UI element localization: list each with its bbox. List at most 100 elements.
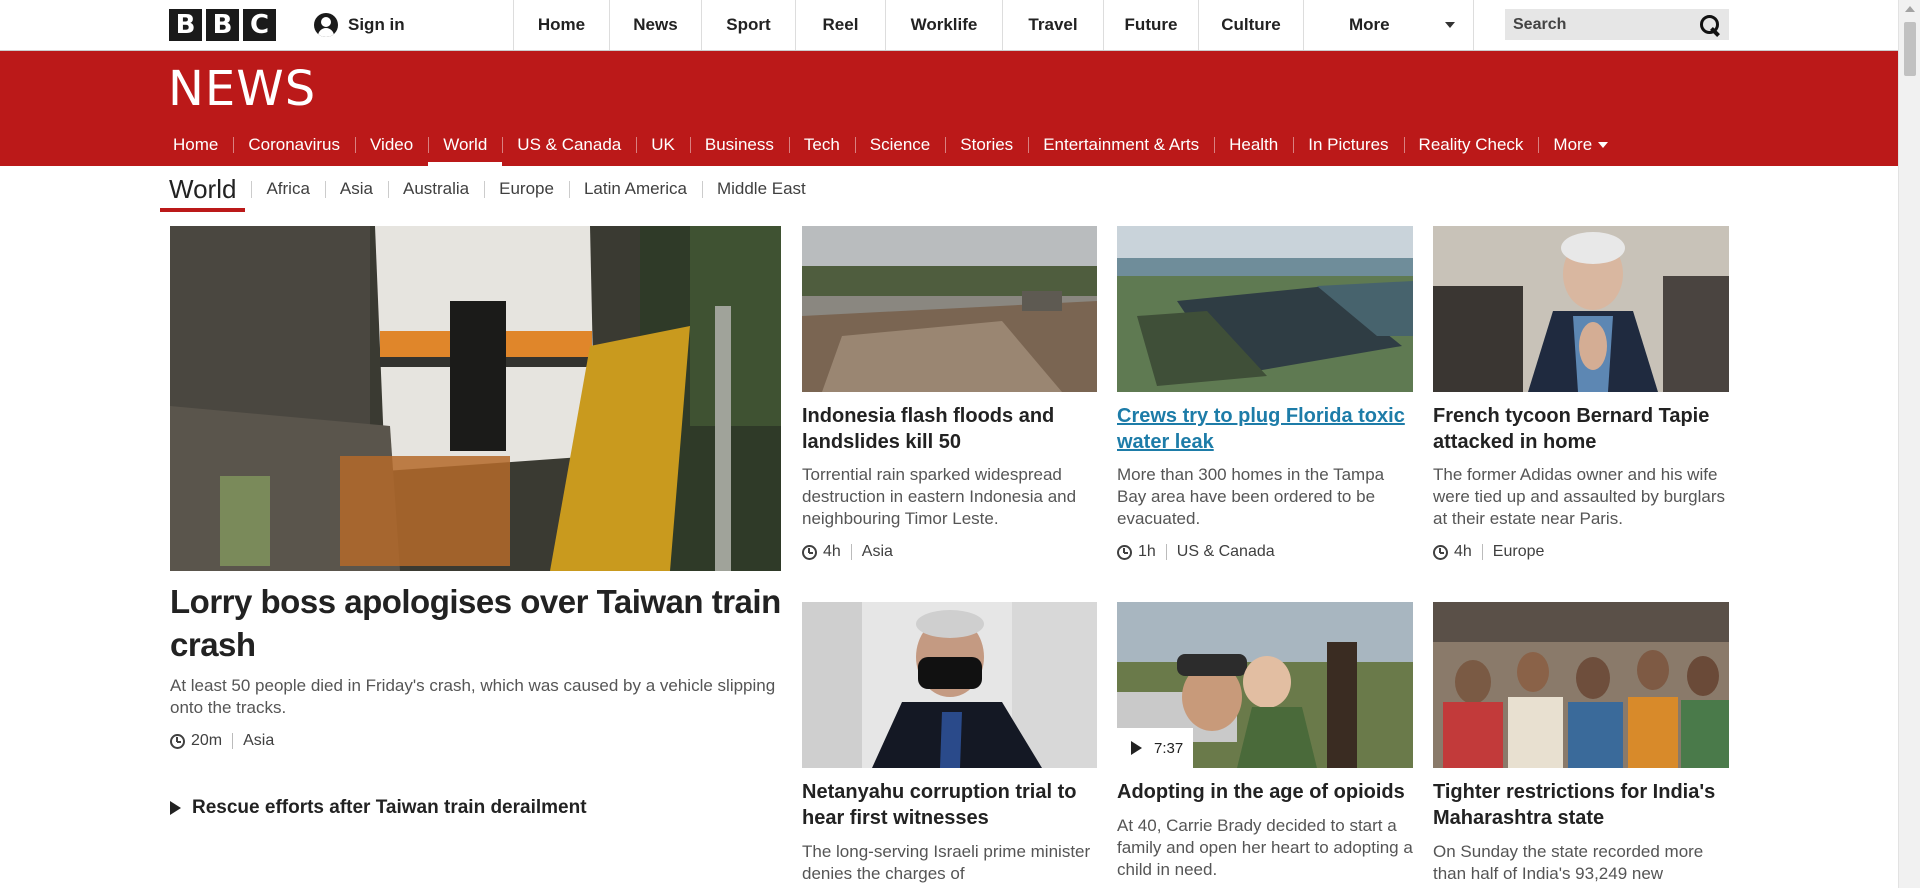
- flood-photo: [802, 226, 1097, 392]
- story-image[interactable]: [802, 226, 1097, 392]
- divider: [850, 544, 852, 560]
- page-scrollbar[interactable]: [1898, 0, 1920, 888]
- divider: [1481, 544, 1483, 560]
- story-section-tag[interactable]: Europe: [1493, 543, 1545, 561]
- news-nav-more[interactable]: More: [1538, 123, 1623, 166]
- train-crash-photo: [170, 226, 781, 571]
- related-story-label: Rescue efforts after Taiwan train derail…: [192, 797, 587, 818]
- video-story-image[interactable]: 7:37: [1117, 602, 1413, 768]
- divider: [232, 733, 234, 749]
- video-duration: 7:37: [1154, 739, 1184, 757]
- news-nav-business[interactable]: Business: [689, 123, 789, 166]
- news-nav-health[interactable]: Health: [1214, 123, 1293, 166]
- clock-icon: [1117, 544, 1132, 560]
- lead-headline[interactable]: Lorry boss apologises over Taiwan train …: [170, 580, 790, 666]
- story-summary: Torrential rain sparked widespread destr…: [802, 465, 1077, 528]
- lead-section-tag[interactable]: Asia: [243, 732, 274, 750]
- story-image[interactable]: [802, 602, 1097, 768]
- news-header: NEWS Home Coronavirus Video World US & C…: [0, 51, 1898, 166]
- clock-icon: [802, 544, 817, 560]
- news-nav-coronavirus[interactable]: Coronavirus: [233, 123, 355, 166]
- news-nav: Home Coronavirus Video World US & Canada…: [158, 123, 1623, 166]
- lead-story-image[interactable]: [170, 226, 781, 571]
- bbc-logo[interactable]: B B C: [169, 9, 276, 41]
- news-nav-entertainment-arts[interactable]: Entertainment & Arts: [1028, 123, 1214, 166]
- story-headline[interactable]: Adopting in the age of opioids: [1117, 779, 1413, 805]
- story-headline[interactable]: French tycoon Bernard Tapie attacked in …: [1433, 403, 1729, 455]
- global-nav-more-label: More: [1349, 15, 1390, 34]
- play-icon: [1131, 741, 1142, 755]
- news-nav-world[interactable]: World: [428, 123, 503, 166]
- news-nav-stories[interactable]: Stories: [945, 123, 1028, 166]
- news-nav-tech[interactable]: Tech: [788, 123, 855, 166]
- chevron-down-icon: [1445, 22, 1455, 28]
- global-nav-sport[interactable]: Sport: [702, 0, 796, 50]
- subnav-africa[interactable]: Africa: [251, 166, 324, 212]
- story-image[interactable]: [1117, 226, 1413, 392]
- subnav-middle-east[interactable]: Middle East: [701, 166, 821, 212]
- subnav-australia[interactable]: Australia: [387, 166, 484, 212]
- global-nav-home[interactable]: Home: [513, 0, 610, 50]
- netanyahu-photo: [802, 602, 1097, 768]
- news-nav-uk[interactable]: UK: [636, 123, 690, 166]
- lead-meta: 20m Asia: [170, 731, 274, 751]
- global-nav-reel[interactable]: Reel: [796, 0, 886, 50]
- story-summary: More than 300 homes in the Tampa Bay are…: [1117, 465, 1385, 528]
- subnav-latin-america[interactable]: Latin America: [568, 166, 702, 212]
- florida-aerial-photo: [1117, 226, 1413, 392]
- scroll-up-arrow-icon[interactable]: [1905, 6, 1915, 12]
- story-headline[interactable]: Netanyahu corruption trial to hear first…: [802, 779, 1097, 831]
- news-nav-reality-check[interactable]: Reality Check: [1403, 123, 1539, 166]
- global-nav-news[interactable]: News: [610, 0, 702, 50]
- news-nav-in-pictures[interactable]: In Pictures: [1293, 123, 1403, 166]
- subnav-asia[interactable]: Asia: [324, 166, 388, 212]
- sign-in-label: Sign in: [348, 15, 405, 34]
- story-meta: 1h US & Canada: [1117, 542, 1275, 562]
- sign-in-link[interactable]: Sign in: [304, 0, 514, 50]
- story-image[interactable]: [1433, 226, 1729, 392]
- global-nav-worklife[interactable]: Worklife: [886, 0, 1003, 50]
- lead-timestamp: 20m: [191, 732, 223, 749]
- news-nav-home[interactable]: Home: [158, 123, 233, 166]
- news-nav-us-canada[interactable]: US & Canada: [502, 123, 636, 166]
- india-queue-photo: [1433, 602, 1729, 768]
- scrollbar-thumb[interactable]: [1904, 22, 1916, 76]
- related-story-link[interactable]: Rescue efforts after Taiwan train derail…: [170, 797, 587, 819]
- story-image[interactable]: [1433, 602, 1729, 768]
- divider: [1165, 544, 1167, 560]
- news-nav-video[interactable]: Video: [355, 123, 428, 166]
- story-timestamp: 1h: [1138, 543, 1156, 560]
- section-title[interactable]: World: [160, 166, 246, 212]
- news-logo[interactable]: NEWS: [168, 61, 316, 117]
- clock-icon: [170, 733, 185, 749]
- search-input[interactable]: [1513, 15, 1683, 34]
- bbc-logo-letter: B: [206, 9, 239, 41]
- story-section-tag[interactable]: Asia: [862, 543, 893, 561]
- lead-summary: At least 50 people died in Friday's cras…: [170, 676, 776, 717]
- clock-icon: [1433, 544, 1448, 560]
- video-duration-badge[interactable]: 7:37: [1117, 728, 1193, 768]
- chevron-down-icon: [1598, 141, 1609, 148]
- global-header: B B C Sign in Home News Sport Reel Workl…: [0, 0, 1898, 51]
- news-nav-science[interactable]: Science: [854, 123, 945, 166]
- bbc-logo-letter: B: [169, 9, 202, 41]
- story-meta: 4h Asia: [802, 542, 893, 562]
- global-nav: Home News Sport Reel Worklife Travel Fut…: [513, 0, 1474, 50]
- search-box: [1505, 9, 1729, 40]
- global-nav-future[interactable]: Future: [1104, 0, 1199, 50]
- story-headline[interactable]: Indonesia flash floods and landslides ki…: [802, 403, 1097, 455]
- global-nav-culture[interactable]: Culture: [1199, 0, 1304, 50]
- tapie-photo: [1433, 226, 1729, 392]
- news-nav-more-label: More: [1553, 134, 1593, 154]
- global-nav-travel[interactable]: Travel: [1003, 0, 1104, 50]
- story-timestamp: 4h: [823, 543, 841, 560]
- story-timestamp: 4h: [1454, 543, 1472, 560]
- story-headline[interactable]: Crews try to plug Florida toxic water le…: [1117, 403, 1413, 455]
- search-icon[interactable]: [1699, 14, 1721, 36]
- global-nav-more[interactable]: More: [1304, 0, 1474, 50]
- story-summary: The long-serving Israeli prime minister …: [802, 842, 1091, 883]
- story-section-tag[interactable]: US & Canada: [1177, 543, 1275, 561]
- story-meta: 4h Europe: [1433, 542, 1544, 562]
- story-headline[interactable]: Tighter restrictions for India's Maharas…: [1433, 779, 1729, 831]
- subnav-europe[interactable]: Europe: [484, 166, 569, 212]
